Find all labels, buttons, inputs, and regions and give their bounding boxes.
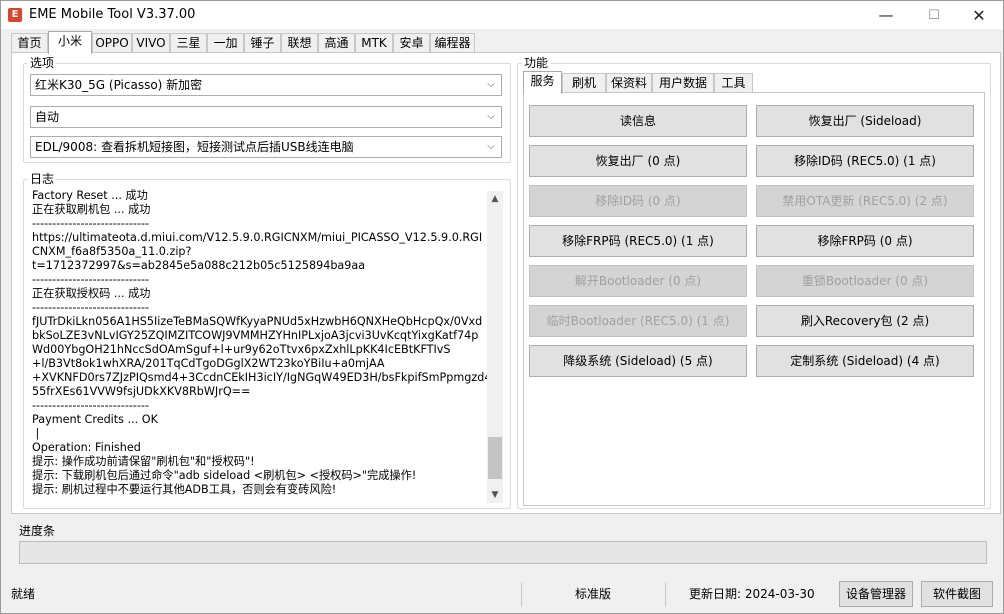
function-button-4: 移除ID码 (0 点) xyxy=(529,185,747,217)
options-group-label: 选项 xyxy=(28,56,57,70)
log-line: ----------------------------- xyxy=(32,217,150,230)
edl-select-value: EDL/9008: 查看拆机短接图，短接测试点后插USB线连电脑 xyxy=(35,140,354,154)
update-date-text: 更新日期: 2024-03-30 xyxy=(689,587,815,601)
chevron-down-icon: ⌵ xyxy=(487,141,495,152)
app-window: E EME Mobile Tool V3.37.00 — ☐ ✕ 首页 小米 OPP… xyxy=(0,0,1004,614)
tab-7[interactable]: 联想 xyxy=(281,33,318,53)
edl-select[interactable]: EDL/9008: 查看拆机短接图，短接测试点后插USB线连电脑 ⌵ xyxy=(30,136,502,158)
tab-6[interactable]: 锤子 xyxy=(244,33,281,53)
function-button-10: 临时Bootloader (REC5.0) (1 点) xyxy=(529,305,747,337)
function-button-2[interactable]: 恢复出厂 (0 点) xyxy=(529,145,747,177)
log-line: 55frXEs61VVW9fsjUDkXKV8RbWJrQ== xyxy=(32,385,251,398)
log-line: https://ultimateota.d.miui.com/V12.5.9.0… xyxy=(32,231,483,244)
function-button-6[interactable]: 移除FRP码 (REC5.0) (1 点) xyxy=(529,225,747,257)
log-line: | xyxy=(32,427,40,440)
log-line: Operation: Finished xyxy=(32,441,141,454)
log-line: ----------------------------- xyxy=(32,399,150,412)
status-bar: 就绪 标准版 更新日期: 2024-03-30 设备管理器 软件截图 xyxy=(1,579,1003,613)
scroll-thumb[interactable] xyxy=(488,437,502,479)
scroll-down-icon[interactable]: ▼ xyxy=(487,487,503,503)
function-button-1[interactable]: 恢复出厂 (Sideload) xyxy=(756,105,974,137)
tab-5[interactable]: 一加 xyxy=(207,33,244,53)
close-button[interactable]: ✕ xyxy=(956,1,1002,29)
tab-1[interactable]: 小米 xyxy=(48,31,92,54)
chevron-down-icon: ⌵ xyxy=(487,111,495,122)
function-button-13[interactable]: 定制系统 (Sideload) (4 点) xyxy=(756,345,974,377)
log-line: ----------------------------- xyxy=(32,301,150,314)
function-button-7[interactable]: 移除FRP码 (0 点) xyxy=(756,225,974,257)
log-line: bkSoLZE3vNLvIGY25ZQIMZITCOWJ9VMMHZYHnIPL… xyxy=(32,329,479,342)
title-bar: E EME Mobile Tool V3.37.00 — ☐ ✕ xyxy=(1,1,1003,29)
log-line: t=1712372997&s=ab2845e5a088c212b05c51258… xyxy=(32,259,366,272)
func-tab-0[interactable]: 服务 xyxy=(523,71,562,94)
func-tab-4[interactable]: 工具 xyxy=(714,73,753,93)
functions-group-label: 功能 xyxy=(522,56,551,70)
status-divider xyxy=(521,583,522,607)
log-textarea[interactable]: Factory Reset ... 成功 正在获取刷机包 ... 成功 ------… xyxy=(29,189,503,505)
log-line: Payment Credits ... OK xyxy=(32,413,158,426)
tab-2[interactable]: OPPO xyxy=(92,33,132,53)
edition-text: 标准版 xyxy=(575,587,612,601)
function-button-12[interactable]: 降级系统 (Sideload) (5 点) xyxy=(529,345,747,377)
maximize-button[interactable]: ☐ xyxy=(911,1,957,29)
log-line: 正在获取刷机包 ... 成功 xyxy=(32,203,151,216)
tab-10[interactable]: 安卓 xyxy=(393,33,430,53)
progress-bar xyxy=(19,541,987,564)
tab-0[interactable]: 首页 xyxy=(11,33,48,53)
status-divider xyxy=(665,583,666,607)
service-tab-page: 读信息 恢复出厂 (Sideload) 恢复出厂 (0 点) 移除ID码 (REC5.… xyxy=(523,92,985,506)
log-line: 正在获取授权码 ... 成功 xyxy=(32,287,151,300)
func-tab-1[interactable]: 刷机 xyxy=(562,73,606,93)
log-line: fJUTrDkiLkn056A1HS5IizeTeBMaSQWfKyyaPNUd… xyxy=(32,315,483,328)
func-tab-3[interactable]: 用户数据 xyxy=(652,73,714,93)
log-group-label: 日志 xyxy=(28,172,57,186)
function-button-11[interactable]: 刷入Recovery包 (2 点) xyxy=(756,305,974,337)
function-button-9: 重锁Bootloader (0 点) xyxy=(756,265,974,297)
tab-4[interactable]: 三星 xyxy=(170,33,207,53)
log-line: +XVKNFD0rs7ZJzPIQsmd4+3CcdnCEkIH3icIY/Ig… xyxy=(32,371,495,384)
log-line: +l/B3Vt8ok1whXRA/201TqCdTgoDGglX2WT23koY… xyxy=(32,357,385,370)
app-logo-icon: E xyxy=(8,8,22,22)
log-line: Factory Reset ... 成功 xyxy=(32,189,148,202)
function-button-0[interactable]: 读信息 xyxy=(529,105,747,137)
log-scrollbar[interactable]: ▲ ▼ xyxy=(487,191,503,503)
tab-8[interactable]: 高通 xyxy=(318,33,355,53)
status-text: 就绪 xyxy=(11,587,36,601)
tab-11[interactable]: 编程器 xyxy=(430,33,475,53)
log-line: 提示: 刷机过程中不要运行其他ADB工具，否则会有变砖风险! xyxy=(32,483,337,496)
log-line: 提示: 操作成功前请保留"刷机包"和"授权码"! xyxy=(32,455,255,468)
function-button-3[interactable]: 移除ID码 (REC5.0) (1 点) xyxy=(756,145,974,177)
mode-select-value: 自动 xyxy=(35,110,60,124)
model-select[interactable]: 红米K30_5G (Picasso) 新加密 ⌵ xyxy=(30,74,502,96)
chevron-down-icon: ⌵ xyxy=(487,79,495,90)
log-line: CNXM_f6a8f5350a_11.0.zip? xyxy=(32,245,192,258)
function-button-8: 解开Bootloader (0 点) xyxy=(529,265,747,297)
function-button-5: 禁用OTA更新 (REC5.0) (2 点) xyxy=(756,185,974,217)
tab-3[interactable]: VIVO xyxy=(132,33,170,53)
progress-label: 进度条 xyxy=(19,524,56,538)
device-manager-button[interactable]: 设备管理器 xyxy=(839,581,913,607)
minimize-button[interactable]: — xyxy=(863,1,909,29)
log-line: ----------------------------- xyxy=(32,273,150,286)
model-select-value: 红米K30_5G (Picasso) 新加密 xyxy=(35,78,203,92)
tab-9[interactable]: MTK xyxy=(355,33,393,53)
main-tab-strip: 首页 小米 OPPO VIVO 三星 一加 锤子 联想 高通 MTK 安卓 编程器 xyxy=(11,31,1001,54)
log-line: 提示: 下载刷机包后通过命令"adb sideload <刷机包> <授权码>"… xyxy=(32,469,417,482)
window-title: EME Mobile Tool V3.37.00 xyxy=(29,7,196,22)
log-line: Wd00YbgOH21hNccSdOAmSguf+l+ur9y62oTtvx6p… xyxy=(32,343,451,356)
scroll-up-icon[interactable]: ▲ xyxy=(487,191,503,207)
screenshot-button[interactable]: 软件截图 xyxy=(921,581,993,607)
mode-select[interactable]: 自动 ⌵ xyxy=(30,106,502,128)
func-tab-2[interactable]: 保资料 xyxy=(606,73,652,93)
